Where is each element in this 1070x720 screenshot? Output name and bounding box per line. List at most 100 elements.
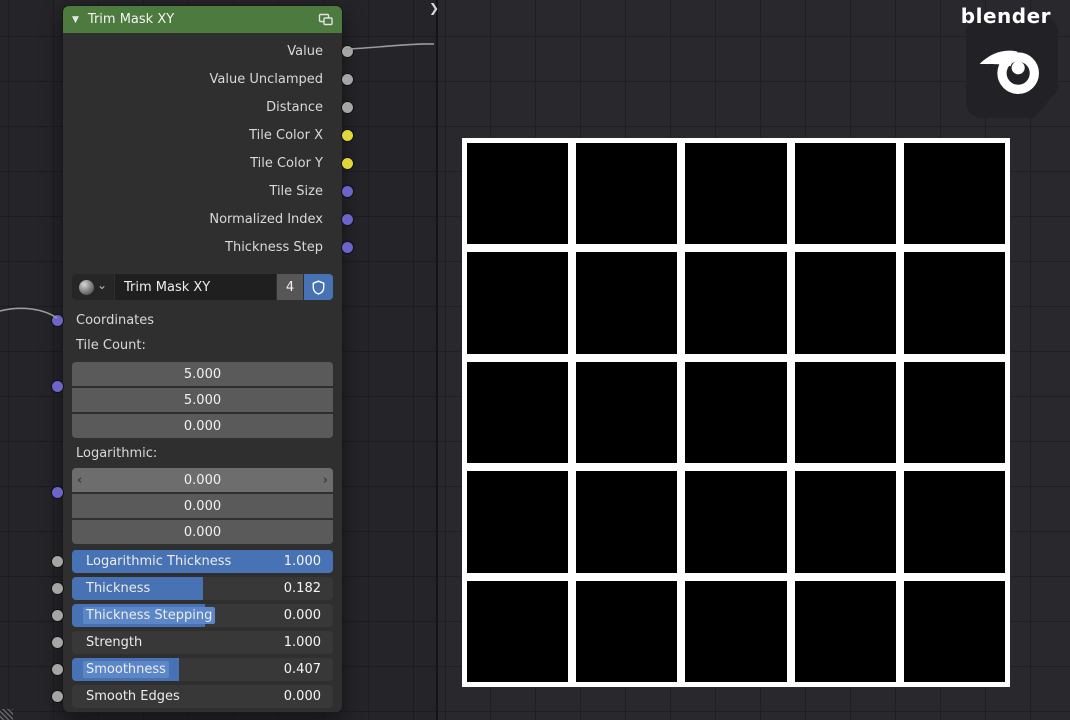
slider-value: 0.000 xyxy=(283,689,321,704)
blender-wordmark: blender xyxy=(960,4,1051,28)
tile-count-label: Tile Count: xyxy=(76,338,146,353)
preview-tile xyxy=(467,361,569,464)
group-name-field[interactable]: Trim Mask XY xyxy=(115,274,276,300)
output-label: Value Unclamped xyxy=(209,71,323,87)
output-socket-value[interactable] xyxy=(341,44,354,58)
output-row-value: Value xyxy=(63,37,354,65)
preview-tile xyxy=(685,580,787,682)
preview-tile xyxy=(467,143,569,245)
slider-label: Strength xyxy=(86,635,143,650)
blender-node-editor-window: ❯ blender ▼ Trim Mask XY Value Value Unc… xyxy=(0,0,1070,720)
slider-value: 0.182 xyxy=(283,581,321,596)
decrement-arrow-icon[interactable]: ‹ xyxy=(77,468,82,492)
region-divider[interactable] xyxy=(436,0,438,720)
slider-strength[interactable]: Strength 1.000 xyxy=(51,631,333,654)
slider-thickness[interactable]: Thickness 0.182 xyxy=(51,577,333,600)
output-socket-tile-color-x[interactable] xyxy=(341,128,354,142)
chevron-down-icon: ⌄ xyxy=(96,277,108,292)
preview-tile xyxy=(794,143,896,245)
output-socket-tile-color-y[interactable] xyxy=(341,156,354,170)
collapse-arrow-icon[interactable]: ▼ xyxy=(72,15,79,25)
logarithmic-label: Logarithmic: xyxy=(76,446,158,461)
output-label: Value xyxy=(287,43,323,59)
tile-count-y-field[interactable]: 5.000 xyxy=(72,388,333,412)
slider-label: Smoothness xyxy=(83,661,169,678)
input-socket-logarithmic-thickness[interactable] xyxy=(51,555,64,568)
preview-tile xyxy=(794,252,896,354)
preview-tile xyxy=(576,143,678,245)
output-label: Distance xyxy=(266,99,323,115)
output-row-normalized-index: Normalized Index xyxy=(63,205,354,233)
output-socket-value-unclamped[interactable] xyxy=(341,72,354,86)
input-socket-smooth-edges[interactable] xyxy=(51,690,64,703)
output-row-tile-size: Tile Size xyxy=(63,177,354,205)
material-sphere-icon xyxy=(78,279,94,295)
node-group-overlay-icon xyxy=(318,13,333,26)
node-trim-mask-xy[interactable]: ▼ Trim Mask XY Value Value Unclamped Dis… xyxy=(51,5,354,713)
preview-tile xyxy=(685,471,787,573)
logarithmic-x-field[interactable]: ‹ 0.000 › xyxy=(72,468,333,492)
tile-count-z-field[interactable]: 0.000 xyxy=(72,414,333,438)
slider-label: Thickness xyxy=(86,581,151,596)
sliders-section: Logarithmic Thickness 1.000 Thickness 0.… xyxy=(51,550,333,708)
preview-tile xyxy=(903,252,1005,354)
preview-tile xyxy=(903,361,1005,464)
input-socket-thickness[interactable] xyxy=(51,582,64,595)
preview-tile xyxy=(467,471,569,573)
slider-smoothness[interactable]: Smoothness 0.407 xyxy=(51,658,333,681)
output-socket-thickness-step[interactable] xyxy=(341,240,354,254)
input-socket-logarithmic[interactable] xyxy=(51,486,64,499)
region-expand-arrow-icon[interactable]: ❯ xyxy=(429,1,439,15)
preview-tile xyxy=(576,580,678,682)
input-socket-tile-count[interactable] xyxy=(51,380,64,393)
output-label: Tile Color Y xyxy=(250,155,323,171)
preview-tile xyxy=(467,580,569,682)
slider-thickness-stepping[interactable]: Thickness Stepping 0.000 xyxy=(51,604,333,627)
region-resize-corner[interactable] xyxy=(0,709,13,720)
preview-tile xyxy=(685,252,787,354)
group-users-count-button[interactable]: 4 xyxy=(277,274,303,300)
preview-tile xyxy=(685,143,787,245)
coordinates-label: Coordinates xyxy=(76,312,155,328)
tile-count-fields: 5.000 5.000 0.000 xyxy=(51,362,333,438)
blender-logo-icon xyxy=(979,50,1039,94)
output-socket-normalized-index[interactable] xyxy=(341,212,354,226)
shield-icon xyxy=(312,279,325,295)
output-row-value-unclamped: Value Unclamped xyxy=(63,65,354,93)
output-label: Tile Color X xyxy=(249,127,323,143)
blender-logo-badge xyxy=(966,16,1058,118)
group-browse-button[interactable]: ⌄ xyxy=(72,274,114,300)
logarithmic-y-field[interactable]: 0.000 xyxy=(72,494,333,518)
preview-tile xyxy=(685,361,787,464)
slider-label: Smooth Edges xyxy=(86,689,180,704)
output-label: Tile Size xyxy=(269,183,323,199)
output-row-thickness-step: Thickness Step xyxy=(63,233,354,261)
input-row-coordinates: Coordinates xyxy=(51,309,342,331)
preview-tile xyxy=(576,471,678,573)
tile-count-x-field[interactable]: 5.000 xyxy=(72,362,333,386)
slider-logarithmic-thickness[interactable]: Logarithmic Thickness 1.000 xyxy=(51,550,333,573)
preview-tile xyxy=(576,361,678,464)
output-socket-tile-size[interactable] xyxy=(341,184,354,198)
increment-arrow-icon[interactable]: › xyxy=(323,468,328,492)
preview-tile xyxy=(794,580,896,682)
input-socket-thickness-stepping[interactable] xyxy=(51,609,64,622)
preview-tile xyxy=(794,361,896,464)
slider-value: 1.000 xyxy=(283,635,321,650)
node-header[interactable]: ▼ Trim Mask XY xyxy=(63,6,342,33)
output-row-distance: Distance xyxy=(63,93,354,121)
input-socket-strength[interactable] xyxy=(51,636,64,649)
slider-value: 0.407 xyxy=(283,662,321,677)
output-socket-distance[interactable] xyxy=(341,100,354,114)
input-socket-smoothness[interactable] xyxy=(51,663,64,676)
outputs-section: Value Value Unclamped Distance Tile Colo… xyxy=(63,33,354,261)
fake-user-toggle[interactable] xyxy=(304,274,333,300)
output-label: Normalized Index xyxy=(209,211,323,227)
input-socket-coordinates[interactable] xyxy=(51,313,64,327)
slider-smooth-edges[interactable]: Smooth Edges 0.000 xyxy=(51,685,333,708)
logarithmic-z-field[interactable]: 0.000 xyxy=(72,520,333,544)
preview-tile xyxy=(903,471,1005,573)
logarithmic-x-value: 0.000 xyxy=(183,472,222,488)
backdrop-preview-image xyxy=(462,138,1010,687)
slider-label: Thickness Stepping xyxy=(83,607,216,624)
